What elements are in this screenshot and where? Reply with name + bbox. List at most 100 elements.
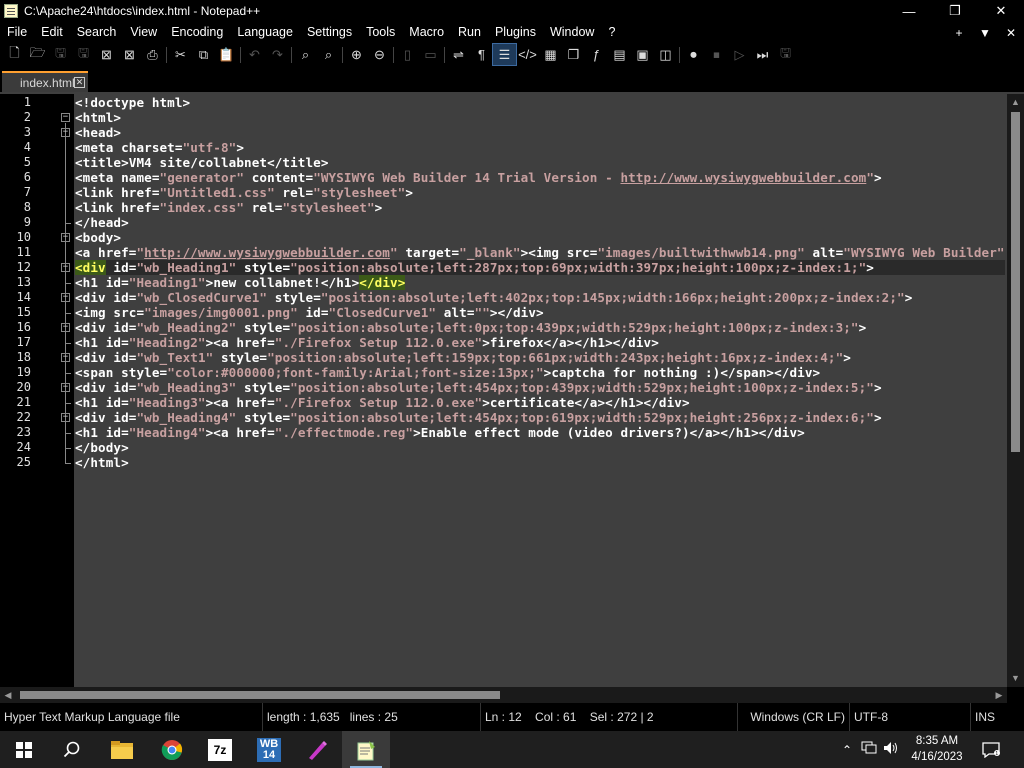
new-file-icon[interactable]: 🗋 bbox=[3, 44, 26, 65]
tab-index-html[interactable]: index.html ✕ bbox=[2, 71, 88, 93]
code-line[interactable]: <div id="wb_ClosedCurve1" style="positio… bbox=[75, 290, 912, 305]
notepad-plus-plus-icon[interactable] bbox=[342, 731, 390, 768]
notifications-icon[interactable]: 1 bbox=[972, 731, 1010, 768]
fold-toggle-icon[interactable]: − bbox=[61, 382, 70, 392]
folder-as-workspace-icon[interactable]: ▤ bbox=[608, 44, 631, 65]
show-all-characters-icon[interactable]: ¶ bbox=[470, 44, 493, 65]
menu-file[interactable]: File bbox=[0, 22, 34, 43]
pen-tool-icon[interactable] bbox=[293, 731, 341, 768]
scroll-right-icon[interactable]: ▶ bbox=[991, 687, 1007, 703]
horizontal-scrollbar[interactable]: ◀ ▶ bbox=[0, 687, 1007, 703]
fold-toggle-icon[interactable]: − bbox=[61, 352, 70, 362]
code-line[interactable]: <head> bbox=[75, 125, 121, 140]
menu-run[interactable]: Run bbox=[451, 22, 488, 43]
menu-plugins[interactable]: Plugins bbox=[488, 22, 543, 43]
function-list-icon[interactable]: ƒ bbox=[585, 44, 608, 65]
document-map-icon[interactable]: ▦ bbox=[539, 44, 562, 65]
menu-help[interactable]: ? bbox=[601, 22, 622, 43]
fold-toggle-icon[interactable]: − bbox=[61, 127, 70, 137]
code-line[interactable]: <!doctype html> bbox=[75, 95, 190, 110]
fold-toggle-icon[interactable]: − bbox=[61, 262, 70, 272]
tab-list-dropdown[interactable]: ▼ bbox=[972, 26, 998, 40]
code-line[interactable]: <body> bbox=[75, 230, 121, 245]
document-list-icon[interactable]: ❐ bbox=[562, 44, 585, 65]
editor-area[interactable]: 1 2 3 4 5 6 7 8 9 10 11 12 13 14 15 16 17 18 19 20 21 22 23 24 2… bbox=[0, 94, 1024, 687]
code-line[interactable]: <div id="wb_Heading1" style="position:ab… bbox=[75, 260, 1005, 275]
menu-encoding[interactable]: Encoding bbox=[164, 22, 230, 43]
redo-icon[interactable]: ↷ bbox=[266, 44, 289, 65]
code-line[interactable]: <div id="wb_Heading4" style="position:ab… bbox=[75, 410, 882, 425]
cut-icon[interactable]: ✂ bbox=[169, 44, 192, 65]
copy-icon[interactable]: ⧉ bbox=[192, 44, 215, 65]
undo-icon[interactable]: ↶ bbox=[243, 44, 266, 65]
vertical-scroll-thumb[interactable] bbox=[1011, 112, 1020, 452]
code-line[interactable]: <div id="wb_Heading3" style="position:ab… bbox=[75, 380, 882, 395]
minimize-button[interactable]: — bbox=[886, 0, 932, 22]
paste-icon[interactable]: 📋 bbox=[215, 44, 238, 65]
scroll-left-icon[interactable]: ◀ bbox=[0, 687, 16, 703]
code-line[interactable]: <title>VM4 site/collabnet</title> bbox=[75, 155, 329, 170]
stop-macro-icon[interactable]: ⏹ bbox=[705, 44, 728, 65]
code-line[interactable]: </body> bbox=[75, 440, 129, 455]
open-file-icon[interactable]: 🗁 bbox=[26, 44, 49, 65]
code-line[interactable]: <meta name="generator" content="WYSIWYG … bbox=[75, 170, 882, 185]
code-line[interactable]: <h1 id="Heading1">new collabnet!</h1></d… bbox=[75, 275, 406, 290]
new-tab-button[interactable]: + bbox=[946, 26, 972, 40]
play-macro-icon[interactable]: ▷ bbox=[728, 44, 751, 65]
wysiwyg-web-builder-icon[interactable]: WB 14 bbox=[245, 731, 293, 768]
find-icon[interactable]: ⌕ bbox=[294, 44, 317, 65]
indent-guide-icon[interactable]: ☰ bbox=[492, 43, 517, 66]
fold-toggle-icon[interactable]: − bbox=[61, 412, 70, 422]
scroll-down-icon[interactable]: ▼ bbox=[1007, 670, 1024, 687]
save-icon[interactable]: 🖫 bbox=[49, 44, 72, 65]
replace-icon[interactable]: ⌕ bbox=[317, 44, 340, 65]
menu-language[interactable]: Language bbox=[230, 22, 300, 43]
menu-search[interactable]: Search bbox=[70, 22, 124, 43]
print-icon[interactable]: ⎙ bbox=[141, 44, 164, 65]
record-macro-icon[interactable]: ⏺ bbox=[682, 44, 705, 65]
monitoring-icon[interactable]: ▣ bbox=[631, 44, 654, 65]
vertical-scrollbar[interactable]: ▲ ▼ bbox=[1007, 94, 1024, 687]
scroll-up-icon[interactable]: ▲ bbox=[1007, 94, 1024, 111]
chrome-icon[interactable] bbox=[148, 731, 196, 768]
horizontal-scroll-thumb[interactable] bbox=[20, 691, 500, 699]
zoom-out-icon[interactable]: ⊖ bbox=[368, 44, 391, 65]
file-explorer-icon[interactable] bbox=[98, 731, 146, 768]
7zip-icon[interactable]: 7z bbox=[196, 731, 244, 768]
close-tab-button[interactable]: ✕ bbox=[998, 26, 1024, 40]
tab-close-icon[interactable]: ✕ bbox=[74, 77, 85, 88]
status-mode[interactable]: INS bbox=[971, 703, 1011, 731]
menu-settings[interactable]: Settings bbox=[300, 22, 359, 43]
windows-start-icon[interactable] bbox=[0, 731, 48, 768]
sync-horizontal-icon[interactable]: ▭ bbox=[419, 44, 442, 65]
code-line[interactable]: <span style="color:#000000;font-family:A… bbox=[75, 365, 820, 380]
code-line[interactable]: <img src="images/img0001.png" id="Closed… bbox=[75, 305, 544, 320]
code-line[interactable]: <meta charset="utf-8"> bbox=[75, 140, 244, 155]
code-line[interactable]: <link href="index.css" rel="stylesheet"> bbox=[75, 200, 382, 215]
maximize-button[interactable]: ❐ bbox=[932, 0, 978, 22]
volume-icon[interactable] bbox=[880, 741, 902, 758]
code-line[interactable]: <a href = "http://www.wysiwygwebbuilder.co… bbox=[75, 245, 1005, 260]
fold-toggle-icon[interactable]: − bbox=[61, 322, 70, 332]
menu-window[interactable]: Window bbox=[543, 22, 601, 43]
fold-toggle-icon[interactable]: − bbox=[61, 232, 70, 242]
code-line[interactable]: </head> bbox=[75, 215, 129, 230]
run-macro-multiple-icon[interactable]: ⏭ bbox=[751, 44, 774, 65]
tray-chevron-icon[interactable]: ⌃ bbox=[836, 743, 858, 757]
document-peeker-icon[interactable]: ◫ bbox=[654, 44, 677, 65]
code-line[interactable]: <h1 id="Heading4"><a href="./effectmode.… bbox=[75, 425, 805, 440]
code-line[interactable]: <h1 id="Heading2"><a href="./Firefox Set… bbox=[75, 335, 659, 350]
code-line[interactable]: <h1 id="Heading3"><a href="./Firefox Set… bbox=[75, 395, 690, 410]
zoom-in-icon[interactable]: ⊕ bbox=[345, 44, 368, 65]
close-icon[interactable]: ⊠ bbox=[95, 44, 118, 65]
fold-toggle-icon[interactable]: − bbox=[61, 112, 70, 122]
sync-vertical-icon[interactable]: ▯ bbox=[396, 44, 419, 65]
clock[interactable]: 8:35 AM 4/16/2023 bbox=[902, 733, 972, 765]
code-line[interactable]: <html> bbox=[75, 110, 121, 125]
code-line[interactable]: <link href="Untitled1.css" rel="styleshe… bbox=[75, 185, 413, 200]
word-wrap-icon[interactable]: ⇌ bbox=[447, 44, 470, 65]
save-all-icon[interactable]: 🖫 bbox=[72, 44, 95, 65]
code-line[interactable]: <div id="wb_Heading2" style="position:ab… bbox=[75, 320, 866, 335]
code-line[interactable]: <div id="wb_Text1" style="position:absol… bbox=[75, 350, 851, 365]
save-macro-icon[interactable]: 🖫 bbox=[774, 44, 797, 65]
